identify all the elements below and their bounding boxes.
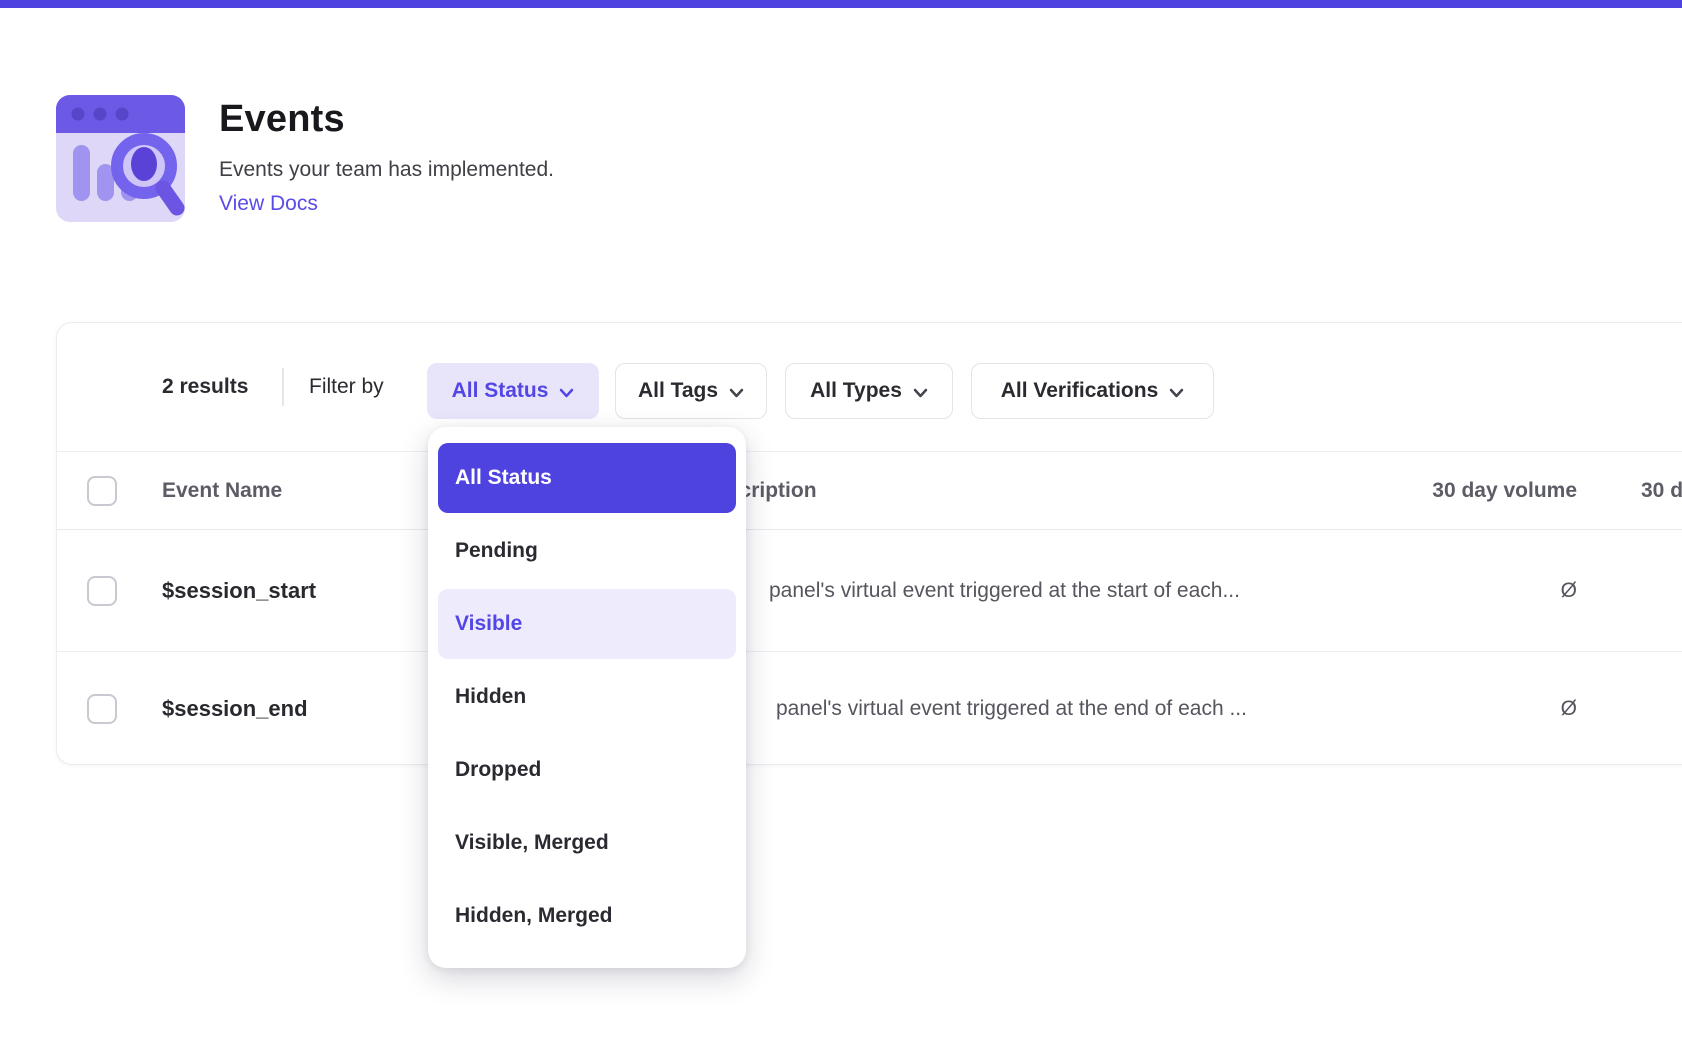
filter-toolbar: 2 results Filter by All Status All Tags … bbox=[57, 323, 1682, 451]
view-docs-link[interactable]: View Docs bbox=[219, 192, 554, 216]
event-name[interactable]: $session_end bbox=[162, 696, 308, 722]
types-filter-button[interactable]: All Types bbox=[785, 363, 953, 419]
divider bbox=[282, 368, 284, 406]
event-30-day-volume: Ø bbox=[1561, 697, 1577, 721]
row-checkbox[interactable] bbox=[87, 694, 117, 724]
status-dropdown-menu: All Status Pending Visible Hidden Droppe… bbox=[428, 427, 746, 968]
verifications-filter-button[interactable]: All Verifications bbox=[971, 363, 1214, 419]
dropdown-item-visible[interactable]: Visible bbox=[438, 589, 736, 659]
chevron-down-icon bbox=[559, 388, 574, 398]
event-description: panel's virtual event triggered at the s… bbox=[769, 579, 1240, 603]
table-row[interactable]: $session_end panel's virtual event trigg… bbox=[57, 652, 1682, 765]
dropdown-item-hidden[interactable]: Hidden bbox=[438, 662, 736, 732]
verifications-filter-label: All Verifications bbox=[1001, 379, 1159, 403]
event-name[interactable]: $session_start bbox=[162, 578, 316, 604]
chevron-down-icon bbox=[1169, 388, 1184, 398]
table-row[interactable]: $session_start panel's virtual event tri… bbox=[57, 530, 1682, 652]
chevron-down-icon bbox=[913, 388, 928, 398]
chevron-down-icon bbox=[729, 388, 744, 398]
page-title: Events bbox=[219, 98, 554, 141]
dropdown-item-dropped[interactable]: Dropped bbox=[438, 735, 736, 805]
dropdown-item-all-status[interactable]: All Status bbox=[438, 443, 736, 513]
results-count: 2 results bbox=[162, 375, 248, 399]
column-header-30-day-users-truncated[interactable]: 30 d bbox=[1641, 479, 1682, 503]
row-checkbox[interactable] bbox=[87, 576, 117, 606]
filter-by-label: Filter by bbox=[309, 375, 384, 399]
status-filter-label: All Status bbox=[452, 379, 549, 403]
column-header-30-day-volume[interactable]: 30 day volume bbox=[1432, 479, 1577, 503]
status-filter-button[interactable]: All Status bbox=[427, 363, 599, 419]
dropdown-item-visible-merged[interactable]: Visible, Merged bbox=[438, 808, 736, 878]
events-lexicon-icon bbox=[56, 95, 185, 222]
event-30-day-volume: Ø bbox=[1561, 579, 1577, 603]
top-accent-bar bbox=[0, 0, 1682, 8]
events-table-card: 2 results Filter by All Status All Tags … bbox=[56, 322, 1682, 765]
table-header-row: Event Name Description 30 day volume 30 … bbox=[57, 451, 1682, 530]
tags-filter-label: All Tags bbox=[638, 379, 718, 403]
page-header: Events Events your team has implemented.… bbox=[56, 95, 554, 222]
page-subtitle: Events your team has implemented. bbox=[219, 158, 554, 182]
dropdown-item-pending[interactable]: Pending bbox=[438, 516, 736, 586]
tags-filter-button[interactable]: All Tags bbox=[615, 363, 767, 419]
select-all-checkbox[interactable] bbox=[87, 476, 117, 506]
dropdown-item-hidden-merged[interactable]: Hidden, Merged bbox=[438, 881, 736, 951]
column-header-event-name[interactable]: Event Name bbox=[162, 479, 282, 503]
event-description: panel's virtual event triggered at the e… bbox=[776, 697, 1247, 721]
types-filter-label: All Types bbox=[810, 379, 902, 403]
